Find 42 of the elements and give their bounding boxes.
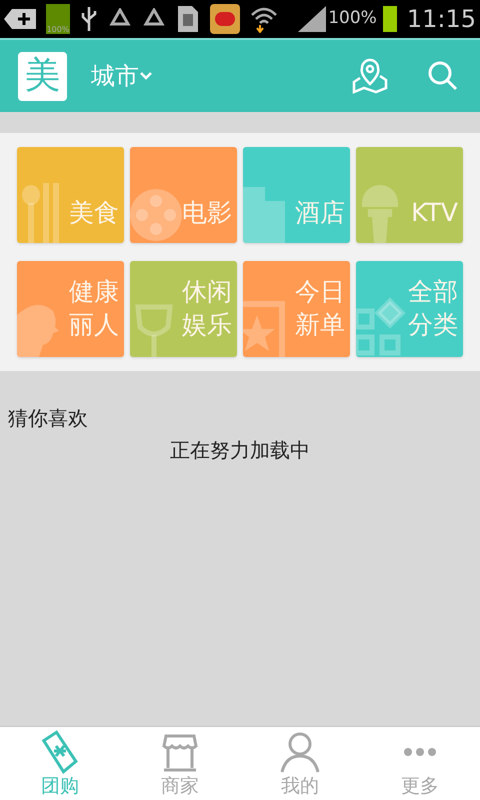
wifi-icon bbox=[250, 5, 278, 33]
category-label: 电影 bbox=[182, 197, 232, 229]
usb-icon bbox=[80, 5, 98, 33]
category-label: 丽人 bbox=[69, 309, 119, 341]
category-tile[interactable]: 全部 分类 bbox=[356, 261, 463, 357]
category-label: 全部 bbox=[408, 276, 458, 308]
category-tile[interactable]: 美食 bbox=[17, 147, 124, 243]
category-label: 娱乐 bbox=[182, 309, 232, 341]
category-label: 酒店 bbox=[295, 197, 345, 229]
category-tile[interactable]: KTV bbox=[356, 147, 463, 243]
nav-tab[interactable]: 商家 bbox=[120, 727, 240, 800]
nav-tab[interactable]: 我的 bbox=[240, 727, 360, 800]
sim-card-icon bbox=[176, 4, 200, 34]
battery-badge-text: 100% bbox=[46, 26, 70, 34]
category-label: 健康 bbox=[69, 276, 119, 308]
nav-tab[interactable]: 团购 bbox=[0, 727, 120, 800]
person-icon bbox=[280, 730, 320, 774]
map-location-button[interactable] bbox=[352, 58, 388, 94]
battery-percent: 100% bbox=[328, 7, 377, 30]
nav-tab[interactable]: 更多 bbox=[360, 727, 480, 800]
city-selector[interactable]: 城市 bbox=[91, 58, 153, 94]
category-label: 今日 bbox=[295, 276, 345, 308]
search-button[interactable] bbox=[426, 59, 460, 93]
category-tile[interactable]: 酒店 bbox=[243, 147, 350, 243]
add-tab-icon bbox=[4, 7, 36, 31]
category-tile[interactable]: 休闲 娱乐 bbox=[130, 261, 237, 357]
clock-time: 11:15 bbox=[406, 4, 476, 35]
category-tile[interactable]: 电影 bbox=[130, 147, 237, 243]
category-label: KTV bbox=[411, 197, 458, 229]
loading-text: 正在努力加载中 bbox=[170, 437, 310, 464]
battery-icon bbox=[382, 6, 397, 32]
category-tile[interactable]: 健康 丽人 bbox=[17, 261, 124, 357]
chevron-down-icon bbox=[139, 71, 153, 81]
category-label: 休闲 bbox=[182, 276, 232, 308]
category-label: 美食 bbox=[69, 197, 119, 229]
app-logo: 美 bbox=[18, 52, 67, 100]
section-title: 猜你喜欢 bbox=[8, 405, 88, 432]
category-label: 分类 bbox=[408, 309, 458, 341]
signal-icon bbox=[298, 6, 326, 32]
category-label: 新单 bbox=[295, 309, 345, 341]
price-tag-icon bbox=[40, 730, 80, 774]
category-tile[interactable]: 今日 新单 bbox=[243, 261, 350, 357]
